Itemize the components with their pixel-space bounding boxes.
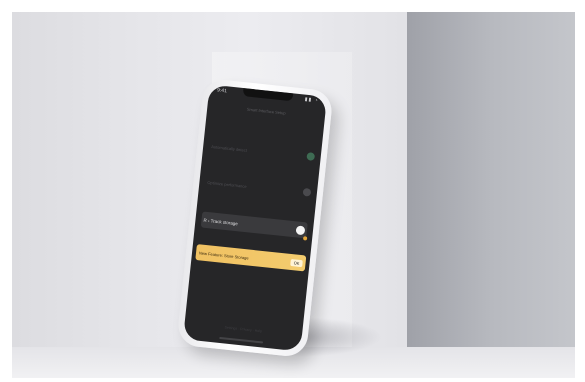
status-icons: ▮▮ ◔ <box>304 96 319 104</box>
setting-row-automatic[interactable]: Automatically detect <box>209 139 316 164</box>
toggle-switch[interactable] <box>295 224 306 235</box>
setting-label: Optimize performance <box>207 179 247 189</box>
banner-text: New Feature: Store Storage <box>198 249 249 261</box>
phone-device: 9:41 ▮▮ ◔ Smart Interface Setup Automati… <box>176 77 334 359</box>
feature-banner: New Feature: Store Storage OK <box>195 244 307 272</box>
setting-prefix: R › <box>203 217 210 223</box>
toggle-switch[interactable] <box>302 187 312 197</box>
setting-label-text: Track storage <box>210 217 239 226</box>
home-indicator[interactable] <box>219 336 264 344</box>
ok-button[interactable]: OK <box>290 258 303 267</box>
setting-row-optimize[interactable]: Optimize performance <box>205 175 312 200</box>
setting-label: Automatically detect <box>211 143 248 153</box>
footer-links[interactable]: Settings · Privacy · Help <box>184 321 302 337</box>
product-mockup-scene: 9:41 ▮▮ ◔ Smart Interface Setup Automati… <box>12 12 575 378</box>
status-time: 9:41 <box>216 87 228 95</box>
setting-row-track-storage[interactable]: R › Track storage <box>200 211 308 241</box>
setting-label: R › Track storage <box>201 217 296 232</box>
screen-title: Smart Interface Setup <box>246 106 286 116</box>
background-wall-right <box>407 12 575 352</box>
toggle-switch[interactable] <box>306 152 316 161</box>
notification-dot-icon <box>302 236 308 241</box>
